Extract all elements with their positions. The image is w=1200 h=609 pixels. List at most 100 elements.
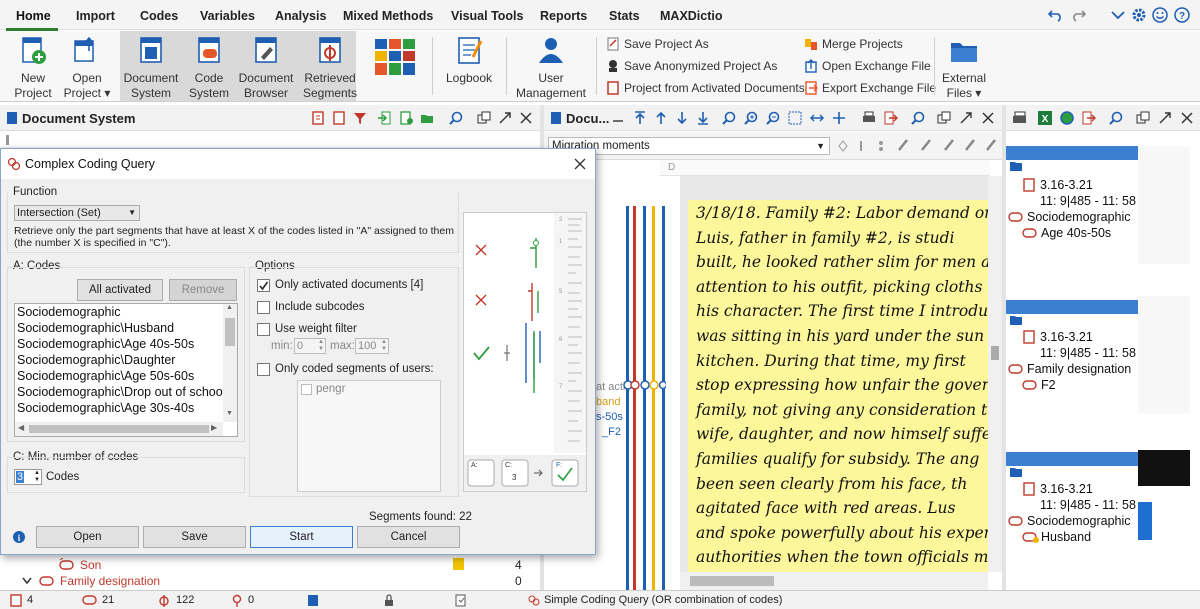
help-icon[interactable]: ? — [1174, 7, 1190, 23]
users-icon[interactable] — [307, 594, 319, 607]
code-list-item[interactable]: Sociodemographic\Age 40s-50s — [17, 337, 194, 351]
document-system-button[interactable]: Document System — [120, 31, 182, 101]
menu-codes[interactable]: Codes — [140, 9, 178, 23]
code-stripe-red[interactable] — [633, 206, 636, 602]
max-weight-input[interactable]: 100 ▲ ▼ — [355, 338, 389, 354]
undock-icon[interactable] — [1136, 111, 1150, 125]
scroll-left-icon[interactable]: ◀ — [18, 423, 24, 432]
activate-docs-icon[interactable] — [311, 111, 325, 125]
highlight-pen-icon[interactable] — [920, 138, 932, 152]
lock-icon[interactable] — [383, 594, 395, 607]
maximize-icon[interactable] — [1158, 111, 1172, 125]
highlight-pen-icon[interactable] — [943, 138, 955, 152]
include-subcodes-checkbox[interactable] — [257, 301, 270, 314]
menu-stats[interactable]: Stats — [609, 9, 640, 23]
code-stripe-yellow[interactable] — [652, 206, 655, 602]
document-browser-button[interactable]: Document Browser — [236, 31, 296, 101]
fit-all-icon[interactable] — [832, 111, 846, 125]
external-files-button[interactable]: External Files ▾ — [938, 31, 990, 101]
only-activated-docs-checkbox[interactable] — [257, 279, 270, 292]
codes-list-hscroll[interactable]: ◀ ▶ — [15, 422, 223, 436]
close-icon[interactable] — [574, 158, 586, 170]
segment-doc[interactable]: 3.16-3.21 — [1040, 330, 1093, 344]
new-document-icon[interactable] — [399, 111, 413, 125]
menu-home[interactable]: Home — [16, 9, 51, 23]
scroll-up-icon[interactable]: ▲ — [226, 304, 233, 311]
spinner-icon[interactable]: ▲ ▼ — [381, 339, 387, 353]
menu-visual-tools[interactable]: Visual Tools — [451, 9, 523, 23]
export-icon[interactable] — [884, 111, 898, 125]
save-project-as-button[interactable]: Save Project As — [606, 35, 709, 53]
new-group-icon[interactable] — [420, 111, 434, 125]
project-from-activated-button[interactable]: Project from Activated Documents — [606, 79, 805, 97]
code-dots-icon[interactable] — [875, 140, 887, 152]
logbook-button[interactable]: Logbook — [442, 31, 496, 101]
memo-icon[interactable] — [453, 558, 464, 570]
code-stripe-blue[interactable] — [626, 206, 629, 602]
start-button[interactable]: Start — [250, 526, 353, 548]
segment-header-bar[interactable] — [1006, 146, 1138, 160]
menu-mixed-methods[interactable]: Mixed Methods — [343, 9, 433, 23]
spinner-icon[interactable]: ▲ ▼ — [318, 339, 324, 353]
segment-doc[interactable]: 3.16-3.21 — [1040, 482, 1093, 496]
menu-analysis[interactable]: Analysis — [275, 9, 326, 23]
code-stripe-blue[interactable] — [662, 206, 665, 602]
code-list-item[interactable]: Sociodemographic\Age 50s-60s — [17, 369, 194, 383]
arrow-bottom-icon[interactable] — [696, 111, 710, 125]
filter-icon[interactable] — [353, 111, 367, 125]
function-select[interactable]: Intersection (Set) ▼ — [14, 205, 140, 221]
code-list-item[interactable]: Sociodemographic — [17, 305, 121, 319]
code-list-item[interactable]: Sociodemographic\Drop out of school — [17, 385, 225, 399]
highlight-pen-icon[interactable] — [985, 138, 997, 152]
deactivate-docs-icon[interactable] — [332, 111, 346, 125]
segment-header-bar[interactable] — [1006, 452, 1138, 466]
scrollbar-thumb[interactable] — [991, 346, 999, 360]
code-label-family-designation[interactable]: Family designation — [60, 574, 160, 588]
zoom-in-icon[interactable] — [744, 111, 758, 125]
fit-width-icon[interactable] — [810, 111, 824, 125]
chevron-down-icon[interactable] — [22, 577, 32, 585]
arrow-up-icon[interactable] — [654, 111, 668, 125]
segment-thumbnail[interactable] — [1138, 146, 1190, 264]
only-coded-users-checkbox[interactable] — [257, 363, 270, 376]
open-exchange-button[interactable]: Open Exchange File — [804, 57, 931, 75]
menu-import[interactable]: Import — [76, 9, 115, 23]
horizontal-scrollbar[interactable] — [680, 572, 988, 590]
highlight-pen-icon[interactable] — [897, 138, 909, 152]
maximize-icon[interactable] — [959, 111, 973, 125]
query-status-icon[interactable] — [455, 594, 467, 607]
close-icon[interactable] — [1180, 111, 1194, 125]
search-icon[interactable] — [722, 111, 736, 125]
codes-listbox[interactable]: Sociodemographic Sociodemographic\Husban… — [14, 303, 238, 437]
use-weight-filter-checkbox[interactable] — [257, 323, 270, 336]
undock-icon[interactable] — [937, 111, 951, 125]
scroll-down-icon[interactable]: ▼ — [226, 410, 233, 417]
code-list-item[interactable]: Sociodemographic\Husband — [17, 321, 174, 335]
menu-maxdictio[interactable]: MAXDictio — [660, 9, 723, 23]
spinner-icon[interactable]: ▲ ▼ — [34, 470, 40, 484]
close-icon[interactable] — [519, 111, 533, 125]
code-list-item[interactable]: Sociodemographic\Daughter — [17, 353, 175, 367]
minimize-icon[interactable] — [611, 111, 625, 125]
cancel-button[interactable]: Cancel — [357, 526, 460, 548]
code-stripe-blue[interactable] — [643, 206, 646, 602]
user-checkbox[interactable] — [301, 384, 312, 395]
vertical-scrollbar[interactable] — [988, 176, 1002, 572]
search-icon[interactable] — [1109, 111, 1123, 125]
open-project-button[interactable]: Open Project ▾ — [62, 31, 112, 101]
excel-icon[interactable]: X — [1038, 111, 1052, 125]
segment-doc[interactable]: 3.16-3.21 — [1040, 178, 1093, 192]
info-icon[interactable]: i — [13, 531, 25, 543]
scrollbar-thumb[interactable] — [29, 425, 209, 433]
merge-projects-button[interactable]: Merge Projects — [804, 35, 903, 53]
open-button[interactable]: Open — [36, 526, 139, 548]
menu-reports[interactable]: Reports — [540, 9, 587, 23]
retrieved-segments-button[interactable]: Retrieved Segments — [300, 31, 360, 101]
user-management-button[interactable]: User Management ▾ — [512, 31, 590, 115]
zoom-out-icon[interactable] — [766, 111, 780, 125]
code-label-son[interactable]: Son — [80, 558, 101, 572]
globe-icon[interactable] — [1060, 111, 1074, 125]
min-weight-input[interactable]: 0 ▲ ▼ — [294, 338, 326, 354]
print-icon[interactable] — [1012, 111, 1026, 125]
codes-list-vscroll[interactable]: ▲ ▼ — [223, 304, 237, 422]
